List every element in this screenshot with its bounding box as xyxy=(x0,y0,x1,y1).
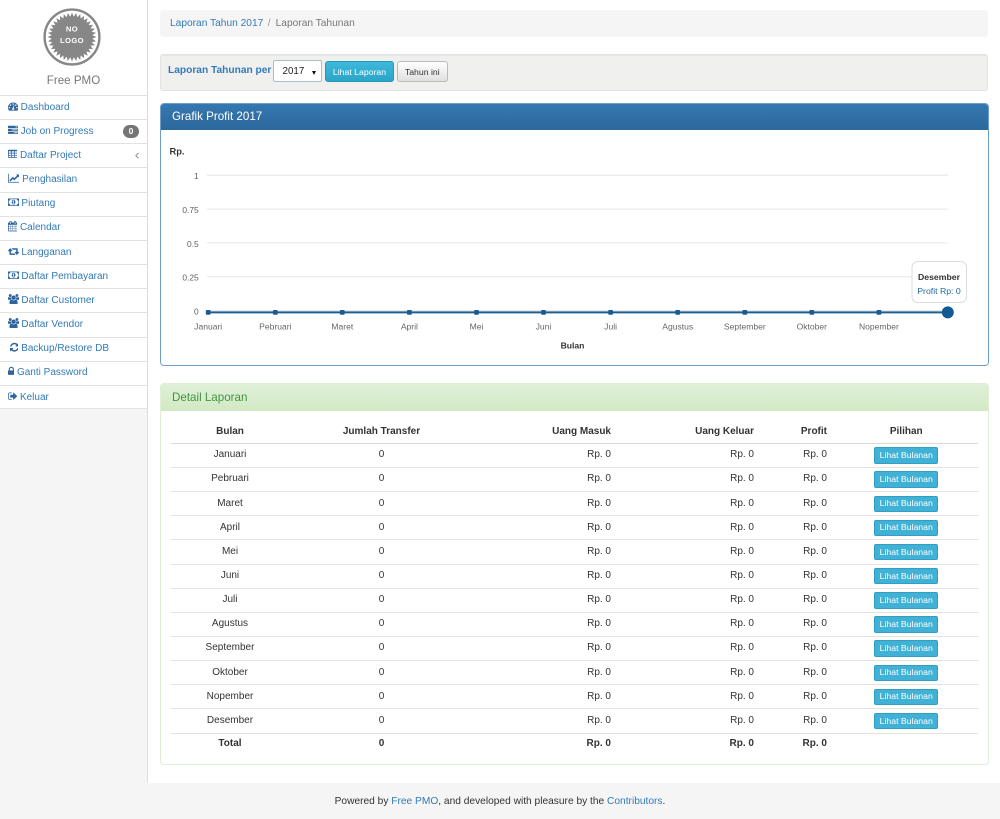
svg-text:0.75: 0.75 xyxy=(182,205,199,215)
svg-text:Rp.: Rp. xyxy=(170,147,185,157)
svg-text:Bulan: Bulan xyxy=(561,341,585,351)
svg-text:Nopember: Nopember xyxy=(859,322,899,332)
svg-text:Januari: Januari xyxy=(194,322,222,332)
svg-text:Mei: Mei xyxy=(470,322,484,332)
svg-text:LOGO: LOGO xyxy=(60,36,84,45)
svg-text:Desember: Desember xyxy=(918,272,961,282)
svg-text:Oktober: Oktober xyxy=(797,322,828,332)
svg-text:NO: NO xyxy=(66,25,78,34)
svg-text:Maret: Maret xyxy=(331,322,353,332)
svg-text:April: April xyxy=(401,322,418,332)
svg-text:0: 0 xyxy=(194,307,199,317)
svg-text:Pebruari: Pebruari xyxy=(259,322,291,332)
svg-text:0.25: 0.25 xyxy=(182,273,199,283)
svg-text:Agustus: Agustus xyxy=(662,322,693,332)
svg-text:Profit Rp: 0: Profit Rp: 0 xyxy=(917,286,961,296)
svg-text:September: September xyxy=(724,322,766,332)
svg-text:Juni: Juni xyxy=(536,322,552,332)
svg-text:0.5: 0.5 xyxy=(187,239,199,249)
svg-text:Juli: Juli xyxy=(604,322,617,332)
svg-text:1: 1 xyxy=(194,171,199,181)
